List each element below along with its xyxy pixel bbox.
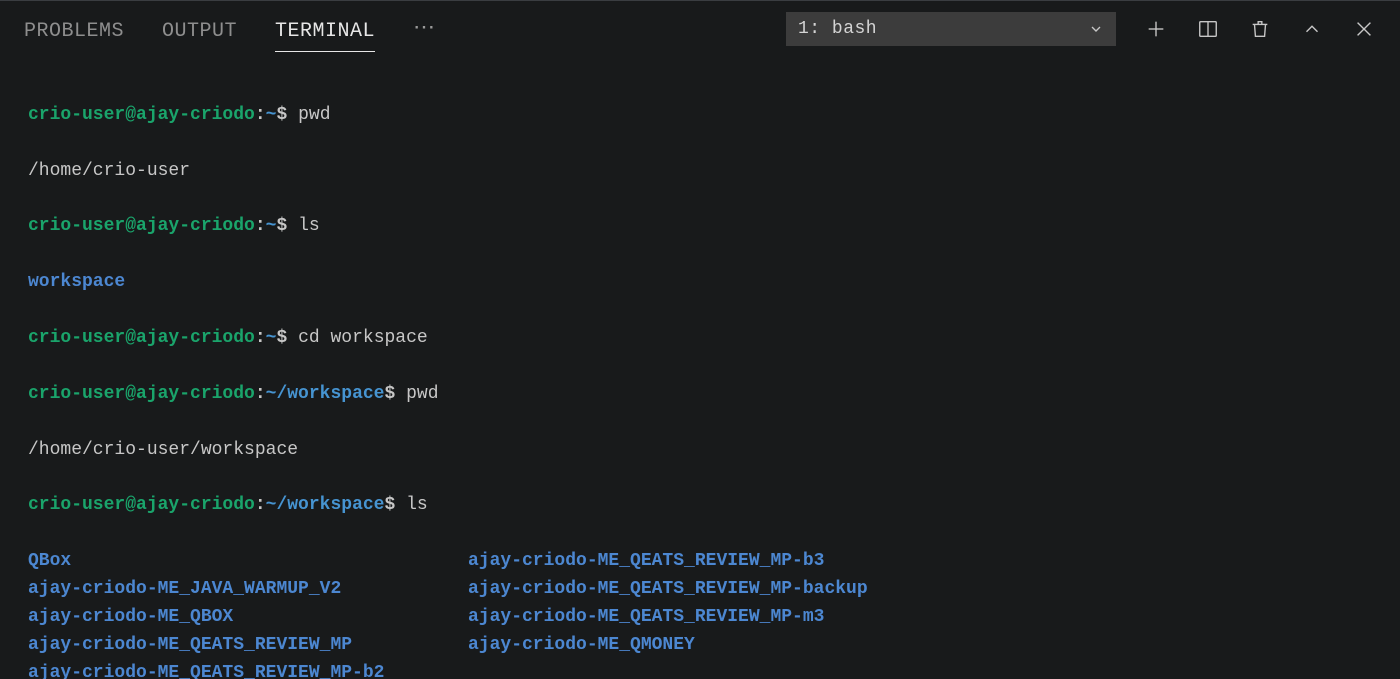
chevron-up-icon (1301, 18, 1323, 40)
panel-tabs: PROBLEMS OUTPUT TERMINAL ⋯ (24, 1, 436, 56)
more-actions-icon[interactable]: ⋯ (413, 18, 436, 40)
list-item (468, 660, 1372, 679)
prompt-line: crio-user@ajay-criodo:~$ ls (28, 213, 1372, 241)
list-item: ajay-criodo-ME_QEATS_REVIEW_MP-m3 (468, 604, 1372, 632)
prompt-line: crio-user@ajay-criodo:~$ pwd (28, 102, 1372, 130)
prompt-line: crio-user@ajay-criodo:~/workspace$ pwd (28, 381, 1372, 409)
list-item: ajay-criodo-ME_JAVA_WARMUP_V2 (28, 576, 468, 604)
plus-icon (1145, 18, 1167, 40)
split-pane-icon (1197, 18, 1219, 40)
kill-terminal-button[interactable] (1248, 17, 1272, 41)
panel-header-actions: 1: bash (786, 12, 1376, 46)
terminal-select[interactable]: 1: bash (786, 12, 1116, 46)
list-item: ajay-criodo-ME_QBOX (28, 604, 468, 632)
ls-workspace-output: QBoxajay-criodo-ME_QEATS_REVIEW_MP-b3 aj… (28, 548, 1372, 679)
prompt-line: crio-user@ajay-criodo:~$ cd workspace (28, 325, 1372, 353)
tab-terminal[interactable]: TERMINAL (275, 6, 375, 52)
close-panel-button[interactable] (1352, 17, 1376, 41)
terminal-output[interactable]: crio-user@ajay-criodo:~$ pwd /home/crio-… (0, 56, 1400, 679)
prompt-line: crio-user@ajay-criodo:~/workspace$ ls (28, 492, 1372, 520)
close-icon (1353, 18, 1375, 40)
list-item: ajay-criodo-ME_QEATS_REVIEW_MP-b3 (468, 548, 1372, 576)
output-line: /home/crio-user (28, 158, 1372, 186)
split-terminal-button[interactable] (1196, 17, 1220, 41)
output-line: /home/crio-user/workspace (28, 437, 1372, 465)
maximize-panel-button[interactable] (1300, 17, 1324, 41)
terminal-select-label: 1: bash (798, 19, 877, 39)
list-item: QBox (28, 548, 468, 576)
list-item: ajay-criodo-ME_QEATS_REVIEW_MP-b2 (28, 660, 468, 679)
tab-problems[interactable]: PROBLEMS (24, 6, 124, 52)
panel-header: PROBLEMS OUTPUT TERMINAL ⋯ 1: bash (0, 0, 1400, 56)
list-item: ajay-criodo-ME_QMONEY (468, 632, 1372, 660)
trash-icon (1249, 18, 1271, 40)
output-line: workspace (28, 269, 1372, 297)
tab-output[interactable]: OUTPUT (162, 6, 237, 52)
new-terminal-button[interactable] (1144, 17, 1168, 41)
list-item: ajay-criodo-ME_QEATS_REVIEW_MP-backup (468, 576, 1372, 604)
list-item: ajay-criodo-ME_QEATS_REVIEW_MP (28, 632, 468, 660)
chevron-down-icon (1088, 21, 1104, 37)
